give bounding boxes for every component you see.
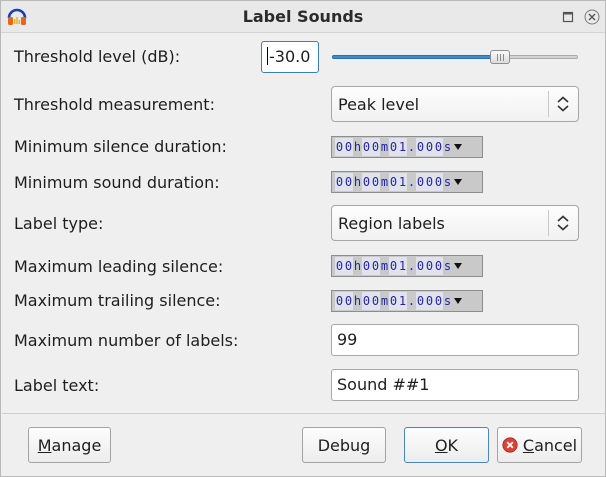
time-format-dropdown-icon[interactable] <box>453 292 463 310</box>
max-trailing-time-control[interactable]: 00h00m01.000s <box>331 290 483 312</box>
label-type-value: Region labels <box>338 214 445 233</box>
threshold-measurement-select[interactable]: Peak level <box>331 86 579 122</box>
chevron-up-down-icon <box>557 96 569 112</box>
cancel-icon <box>502 437 518 453</box>
slider-fill <box>332 55 500 59</box>
close-button[interactable] <box>583 8 601 26</box>
title-bar: Label Sounds <box>1 1 605 33</box>
time-value: 00h00m01.000s <box>335 173 452 191</box>
time-value: 00h00m01.000s <box>335 257 452 275</box>
label-type-label: Label type: <box>14 214 104 233</box>
time-format-dropdown-icon[interactable] <box>453 138 463 156</box>
threshold-measurement-label: Threshold measurement: <box>14 95 215 114</box>
ok-button[interactable]: OK <box>404 427 489 463</box>
label-sounds-dialog: Label Sounds Threshold level (dB): -30.0… <box>0 0 606 477</box>
slider-handle[interactable] <box>490 50 510 64</box>
max-leading-time-control[interactable]: 00h00m01.000s <box>331 255 483 277</box>
threshold-level-label: Threshold level (dB): <box>14 47 181 66</box>
min-sound-time-control[interactable]: 00h00m01.000s <box>331 171 483 193</box>
max-labels-input[interactable]: 99 <box>331 324 579 356</box>
max-leading-label: Maximum leading silence: <box>14 257 224 276</box>
time-format-dropdown-icon[interactable] <box>453 257 463 275</box>
min-silence-time-control[interactable]: 00h00m01.000s <box>331 136 483 158</box>
time-value: 00h00m01.000s <box>335 138 452 156</box>
max-labels-label: Maximum number of labels: <box>14 331 239 350</box>
maximize-button[interactable] <box>559 8 577 26</box>
time-value: 00h00m01.000s <box>335 292 452 310</box>
button-bar-divider <box>2 413 606 414</box>
threshold-measurement-value: Peak level <box>338 95 420 114</box>
label-text-input[interactable]: Sound ##1 <box>331 369 579 401</box>
debug-button[interactable]: Debug <box>302 427 386 463</box>
label-type-select[interactable]: Region labels <box>331 205 579 241</box>
threshold-level-slider[interactable] <box>332 45 578 69</box>
max-trailing-label: Maximum trailing silence: <box>14 291 221 310</box>
manage-button[interactable]: Manage <box>28 427 111 463</box>
label-text-label: Label text: <box>14 376 100 395</box>
threshold-level-value: -30.0 <box>269 47 311 66</box>
min-sound-label: Minimum sound duration: <box>14 173 220 192</box>
chevron-up-down-icon <box>557 215 569 231</box>
time-format-dropdown-icon[interactable] <box>453 173 463 191</box>
text-caret <box>267 47 268 65</box>
window-title: Label Sounds <box>242 7 364 26</box>
maximize-icon <box>562 11 574 23</box>
threshold-level-input[interactable]: -30.0 <box>261 41 319 73</box>
min-silence-label: Minimum silence duration: <box>14 137 227 156</box>
close-icon <box>584 9 600 25</box>
cancel-button[interactable]: Cancel <box>497 427 582 463</box>
